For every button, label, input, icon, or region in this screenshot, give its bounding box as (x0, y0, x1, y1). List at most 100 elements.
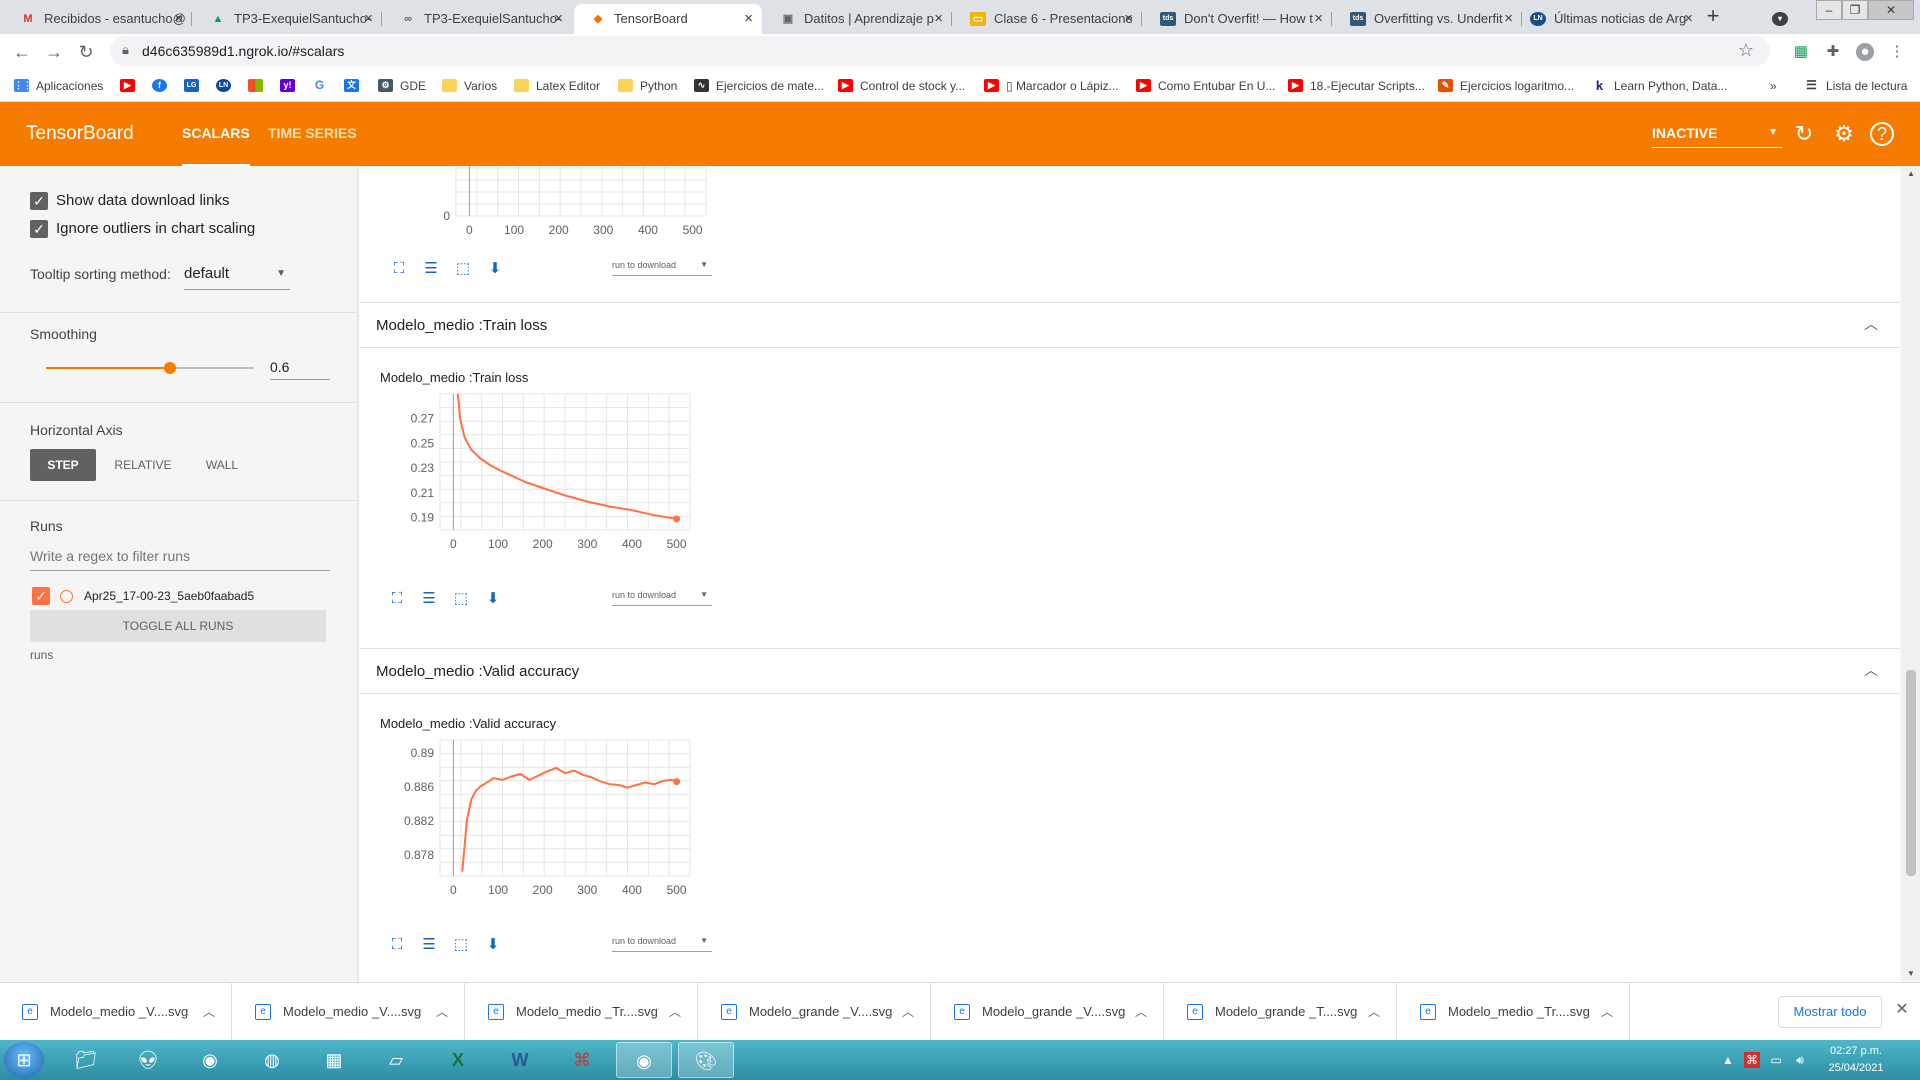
close-downloads-icon[interactable]: ✕ (1892, 1000, 1912, 1020)
tab-time-series[interactable]: TIME SERIES (268, 102, 357, 164)
axis-step-button[interactable]: STEP (30, 449, 96, 481)
chevron-up-icon[interactable]: ︿ (902, 983, 914, 1041)
lock-icon[interactable]: 🔒︎ (122, 42, 129, 58)
show-hidden-icons-icon[interactable]: ▲ (1720, 1052, 1736, 1068)
close-window-button[interactable]: ✕ (1868, 0, 1914, 20)
chevron-up-icon[interactable]: ︿ (1864, 317, 1878, 331)
download-item[interactable]: e Modelo_grande _T....svg ︿ (1165, 983, 1397, 1041)
chevron-up-icon[interactable]: ︿ (1601, 983, 1613, 1041)
browser-tab[interactable]: ▭ Clase 6 - Presentacione × (954, 4, 1142, 34)
extensions-puzzle-icon[interactable]: ✚ (1824, 43, 1842, 61)
reload-icon[interactable]: ↻ (74, 40, 98, 64)
fullscreen-icon[interactable]: ⛶ (386, 588, 408, 610)
browser-tab[interactable]: M Recibidos - esantucho@ × (4, 4, 192, 34)
run-to-download-select[interactable]: run to download ▼ (612, 932, 712, 952)
run-checkbox-checked-icon[interactable]: ✓ (32, 587, 50, 605)
chevron-up-icon[interactable]: ︿ (1864, 663, 1878, 677)
close-tab-icon[interactable]: × (554, 4, 563, 34)
firefox-icon[interactable]: ◍ (244, 1042, 300, 1078)
download-item[interactable]: e Modelo_medio _V....svg ︿ (233, 983, 465, 1041)
run-color-circle-icon[interactable] (60, 590, 73, 603)
close-tab-icon[interactable]: × (1504, 4, 1513, 34)
paint-icon[interactable]: 🎨︎ (678, 1042, 734, 1078)
bookmark-item[interactable]: ▶ Control de stock y... (838, 70, 965, 102)
bookmark-folder[interactable]: Varios (442, 70, 497, 102)
bookmark-item[interactable] (248, 70, 270, 102)
line-chart[interactable]: 0 100 200 300 400 500 0.19 0.21 0.23 0.25 0.27 (380, 393, 720, 564)
bookmarks-overflow-button[interactable]: » (1770, 70, 1777, 102)
toggle-log-scale-icon[interactable]: ☰ (420, 258, 442, 280)
volume-icon[interactable]: 🔊︎ (1792, 1052, 1808, 1068)
bookmark-item[interactable]: LG (184, 70, 206, 102)
download-item[interactable]: e Modelo_grande _V....svg ︿ (932, 983, 1164, 1041)
section-header-valid-accuracy[interactable]: Modelo_medio :Valid accuracy ︿ (360, 648, 1900, 694)
download-icon[interactable]: ⬇ (482, 588, 504, 610)
scrollbar-thumb[interactable] (1906, 670, 1916, 876)
bookmark-item[interactable]: ✎ Ejercicios logaritmo... (1438, 70, 1574, 102)
bookmark-item[interactable]: G (312, 70, 334, 102)
fit-domain-icon[interactable]: ⬚ (450, 588, 472, 610)
acrobat-tray-icon[interactable]: ⌘ (1744, 1052, 1760, 1068)
bookmark-item[interactable]: 文 (344, 70, 366, 102)
scroll-up-arrow-icon[interactable]: ▲ (1902, 168, 1920, 180)
forward-arrow-icon[interactable]: → (42, 40, 66, 64)
bookmark-item[interactable]: ▶ ▯ Marcador o Lápiz... (984, 70, 1119, 102)
back-arrow-icon[interactable]: ← (10, 40, 34, 64)
close-tab-icon[interactable]: × (1124, 4, 1133, 34)
tensorboard-logo[interactable]: TensorBoard (26, 102, 134, 166)
close-tab-icon[interactable]: × (1684, 4, 1693, 34)
smoothing-value-input[interactable]: 0.6 (270, 354, 330, 380)
download-item[interactable]: e Modelo_medio _Tr....svg ︿ (1398, 983, 1630, 1041)
profile-avatar-icon[interactable]: ● (1856, 43, 1874, 61)
taskbar-clock[interactable]: 02:27 p.m. 25/04/2021 (1826, 1043, 1886, 1077)
fullscreen-icon[interactable]: ⛶ (386, 934, 408, 956)
chevron-up-icon[interactable]: ︿ (1135, 983, 1147, 1041)
bookmark-item[interactable]: f (152, 70, 174, 102)
close-tab-icon[interactable]: × (744, 4, 753, 34)
browser-tab[interactable]: ▣ Datitos | Aprendizaje p × (764, 4, 952, 34)
chevron-up-icon[interactable]: ︿ (669, 983, 681, 1041)
show-all-downloads-button[interactable]: Mostrar todo (1778, 996, 1882, 1028)
run-to-download-select[interactable]: run to download ▼ (612, 256, 712, 276)
chevron-up-icon[interactable]: ︿ (1368, 983, 1380, 1041)
toggle-all-runs-button[interactable]: TOGGLE ALL RUNS (30, 610, 326, 642)
close-tab-icon[interactable]: × (934, 4, 943, 34)
browser-menu-icon[interactable]: ⋮ (1888, 43, 1906, 61)
sheets-extension-icon[interactable]: ▦ (1792, 43, 1810, 61)
windows-start-icon[interactable]: ⊞ (4, 1042, 44, 1078)
help-icon[interactable]: ? (1870, 122, 1894, 146)
alien-app-icon[interactable]: 👽︎ (120, 1042, 176, 1078)
download-icon[interactable]: ⬇ (484, 258, 506, 280)
chrome-icon[interactable]: ◉ (182, 1042, 238, 1078)
smoothing-slider-thumb[interactable] (164, 362, 176, 374)
section-header-train-loss[interactable]: Modelo_medio :Train loss ︿ (360, 302, 1900, 348)
browser-tab[interactable]: ∞ TP3-ExequielSantucho- × (384, 4, 572, 34)
checkbox-checked-icon[interactable]: ✓ (30, 220, 48, 238)
network-icon[interactable]: ▭ (1768, 1052, 1784, 1068)
bookmark-item[interactable]: k Learn Python, Data... (1592, 70, 1727, 102)
browser-tab[interactable]: ▲ TP3-ExequielSantucho- × (194, 4, 382, 34)
reading-list-button[interactable]: ☰ Lista de lectura (1804, 70, 1907, 102)
run-item[interactable]: ✓ Apr25_17-00-23_5aeb0faabad5 (32, 584, 254, 608)
bookmark-item[interactable]: ∿ Ejercicios de mate... (694, 70, 824, 102)
address-bar[interactable]: 🔒︎ d46c635989d1.ngrok.io/#scalars ☆ (110, 36, 1770, 66)
bookmark-item[interactable]: y! (280, 70, 302, 102)
close-tab-icon[interactable]: × (364, 4, 373, 34)
browser-tab[interactable]: LN Últimas noticias de Arg × (1514, 4, 1702, 34)
page-scrollbar[interactable]: ▲ ▼ (1902, 166, 1920, 982)
run-filter-input[interactable]: Write a regex to filter runs (30, 541, 330, 571)
chrome-open-icon[interactable]: ◉ (616, 1042, 672, 1078)
download-item[interactable]: e Modelo_medio _Tr....svg ︿ (466, 983, 698, 1041)
browser-tab-active[interactable]: ◆ TensorBoard × (574, 4, 762, 34)
chevron-up-icon[interactable]: ︿ (203, 983, 215, 1041)
bookmark-folder[interactable]: Latex Editor (514, 70, 600, 102)
bookmark-folder[interactable]: Python (618, 70, 677, 102)
bookmark-item[interactable]: LN (216, 70, 238, 102)
fit-domain-icon[interactable]: ⬚ (450, 934, 472, 956)
toggle-log-scale-icon[interactable]: ☰ (418, 588, 440, 610)
run-to-download-select[interactable]: run to download ▼ (612, 586, 712, 606)
chevron-up-icon[interactable]: ︿ (436, 983, 448, 1041)
acrobat-icon[interactable]: ⌘ (554, 1042, 610, 1078)
close-tab-icon[interactable]: × (1314, 4, 1323, 34)
tab-scalars[interactable]: SCALARS (182, 102, 250, 167)
